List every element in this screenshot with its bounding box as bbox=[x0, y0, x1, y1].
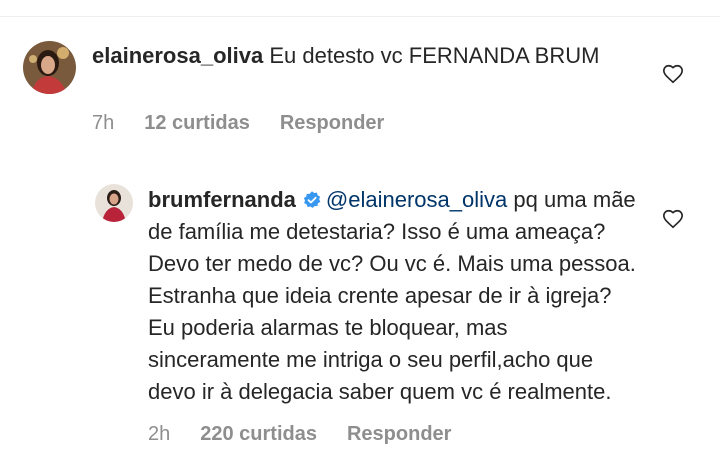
reply-reply-button[interactable]: Responder bbox=[347, 423, 451, 446]
comment-text: Eu detesto vc FERNANDA BRUM bbox=[269, 43, 600, 68]
comment-likes-count[interactable]: 12 curtidas bbox=[144, 112, 250, 135]
like-heart-icon[interactable] bbox=[662, 63, 684, 85]
comment-meta: 7h 12 curtidas Responder bbox=[92, 112, 384, 135]
reply-timestamp: 2h bbox=[148, 423, 171, 445]
comment-timestamp: 7h bbox=[92, 112, 115, 134]
reply-mention-link[interactable]: @elainerosa_oliva bbox=[326, 187, 507, 212]
avatar-brumfernanda[interactable] bbox=[95, 184, 133, 222]
comment-body: elainerosa_oliva Eu detesto vc FERNANDA … bbox=[92, 40, 652, 72]
reply-like-heart-icon[interactable] bbox=[662, 208, 684, 230]
avatar-elainerosa-oliva[interactable] bbox=[23, 41, 76, 94]
reply-likes-count[interactable]: 220 curtidas bbox=[200, 423, 317, 446]
reply-meta: 2h 220 curtidas Responder bbox=[148, 423, 451, 446]
comment-reply-button[interactable]: Responder bbox=[280, 112, 384, 135]
verified-badge-icon bbox=[303, 191, 321, 208]
top-divider bbox=[0, 16, 720, 17]
reply-body: brumfernanda @elainerosa_oliva pq uma mã… bbox=[148, 184, 638, 408]
comment-username[interactable]: elainerosa_oliva bbox=[92, 43, 263, 68]
reply-text: pq uma mãe de família me detestaria? Iss… bbox=[148, 187, 636, 404]
reply-username[interactable]: brumfernanda bbox=[148, 187, 296, 212]
